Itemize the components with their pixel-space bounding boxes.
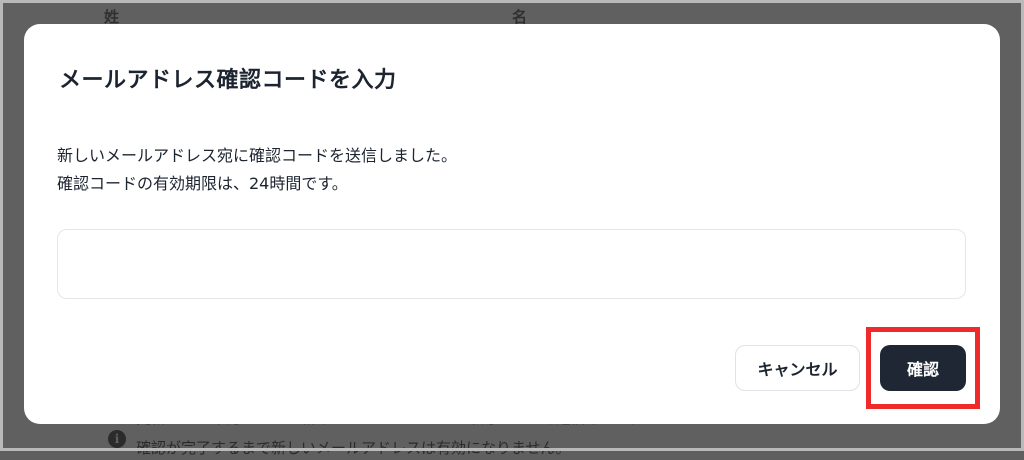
info-icon: i [108, 430, 126, 448]
dialog-description: 新しいメールアドレス宛に確認コードを送信しました。 確認コードの有効期限は、24… [57, 142, 457, 198]
verification-code-dialog: メールアドレス確認コードを入力 新しいメールアドレス宛に確認コードを送信しました… [24, 24, 1000, 424]
description-line: 確認コードの有効期限は、24時間です。 [57, 174, 348, 193]
cancel-button[interactable]: キャンセル [735, 345, 860, 391]
confirm-button[interactable]: 確認 [880, 345, 966, 391]
note-line: 確認が完了するまで新しいメールアドレスは有効になりません。 [136, 439, 571, 457]
verification-code-input[interactable] [57, 229, 966, 299]
description-line: 新しいメールアドレス宛に確認コードを送信しました。 [57, 146, 458, 165]
dialog-title: メールアドレス確認コードを入力 [59, 68, 397, 93]
